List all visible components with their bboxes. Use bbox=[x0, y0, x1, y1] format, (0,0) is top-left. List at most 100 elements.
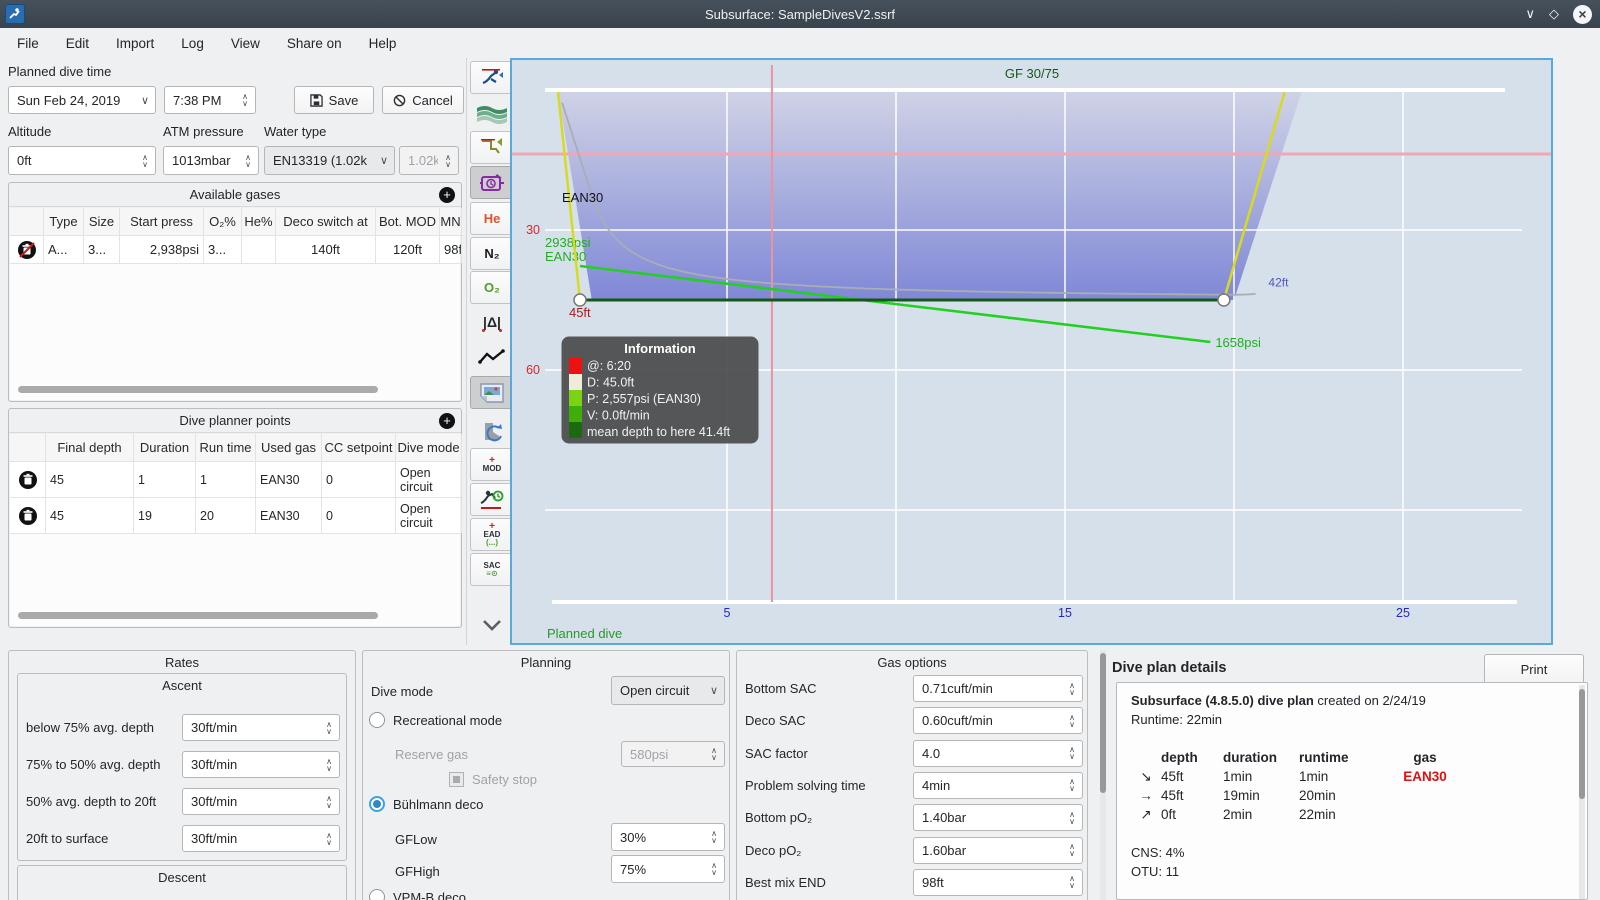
chevron-down-icon: ∨ bbox=[709, 685, 719, 697]
options-vscrollbar[interactable] bbox=[1100, 650, 1106, 900]
close-icon[interactable]: × bbox=[1573, 4, 1592, 24]
add-point-button[interactable]: + bbox=[439, 413, 455, 429]
segment-arrow-icon: ↗ bbox=[1140, 807, 1152, 822]
delete-icon bbox=[18, 470, 37, 489]
plan-otu: OTU: 11 bbox=[1131, 864, 1180, 879]
cancel-button[interactable]: Cancel bbox=[382, 86, 464, 114]
gas-option-row: Bottom SAC 0.71cuft/min ∧ ∨ bbox=[745, 675, 1083, 702]
chevron-down-icon: ∨ bbox=[379, 155, 389, 167]
save-icon bbox=[309, 93, 323, 107]
planner-point-row[interactable]: 45 1 1 EAN30 0 Open circuit bbox=[10, 462, 462, 498]
gases-hscrollbar[interactable] bbox=[18, 386, 378, 393]
profile-handle[interactable] bbox=[1217, 293, 1231, 307]
delete-gas-button[interactable] bbox=[10, 236, 44, 263]
svg-text:EAN30: EAN30 bbox=[562, 190, 603, 205]
recreational-radio[interactable] bbox=[369, 712, 385, 728]
water-type-label: Water type bbox=[264, 124, 327, 139]
svg-text:5: 5 bbox=[724, 606, 731, 620]
gas-option-spinner[interactable]: 98ft ∧ ∨ bbox=[913, 868, 1083, 896]
setpoint-toggle-icon[interactable] bbox=[470, 166, 514, 199]
print-button[interactable]: Print bbox=[1484, 654, 1584, 684]
sac-toggle[interactable]: SAC ≡⊙ bbox=[470, 553, 514, 586]
tank-bar-toggle[interactable] bbox=[470, 415, 514, 448]
gas-option-spinner[interactable]: 0.60cuft/min ∧ ∨ bbox=[913, 707, 1083, 735]
pp-n2-toggle[interactable]: N₂ bbox=[470, 237, 514, 270]
svg-text:45ft: 45ft bbox=[569, 305, 591, 320]
planning-title: Planning bbox=[520, 654, 572, 670]
atm-pressure-spinner[interactable]: 1013mbar ∧ ∨ bbox=[163, 146, 259, 175]
gas-option-row: Deco SAC 0.60cuft/min ∧ ∨ bbox=[745, 707, 1083, 735]
minimize-icon[interactable]: ∨ bbox=[1525, 6, 1535, 22]
dive-mode-label: Dive mode bbox=[371, 684, 434, 699]
safety-stop-checkbox bbox=[449, 772, 464, 787]
ascent-rate-spinner[interactable]: 30ft/min ∧ ∨ bbox=[182, 788, 340, 815]
gas-option-spinner[interactable]: 1.60bar ∧ ∨ bbox=[913, 836, 1083, 864]
photos-toggle[interactable] bbox=[470, 376, 514, 409]
menu-log[interactable]: Log bbox=[181, 36, 204, 51]
spinner-arrows[interactable]: ∧ ∨ bbox=[235, 93, 255, 108]
mod-toggle[interactable]: + MOD bbox=[470, 448, 514, 481]
dive-time-spinner[interactable]: 7:38 PM ∧ ∨ bbox=[164, 86, 256, 114]
svg-text:15: 15 bbox=[1058, 606, 1072, 620]
planner-points-title: Dive planner points + bbox=[9, 409, 461, 433]
svg-text:P: 2,557psi (EAN30): P: 2,557psi (EAN30) bbox=[587, 392, 701, 406]
planning-panel: Planning Dive mode Open circuit ∨ Recreat… bbox=[362, 650, 730, 900]
gas-row-header: Type Size Start press O₂% He% Deco switch at B… bbox=[10, 208, 462, 236]
safety-stop-label: Safety stop bbox=[472, 772, 538, 787]
gas-option-spinner[interactable]: 4.0 ∧ ∨ bbox=[913, 739, 1083, 767]
gas-option-spinner[interactable]: 1.40bar ∧ ∨ bbox=[913, 804, 1083, 832]
ndl-toggle[interactable] bbox=[470, 483, 514, 516]
salinity-icon[interactable] bbox=[470, 96, 514, 129]
dive-plan-notes[interactable]: Subsurface (4.8.5.0) dive plan created o… bbox=[1116, 682, 1588, 900]
ead-toggle[interactable]: + EAD (...) bbox=[470, 518, 514, 551]
dive-profile-chart[interactable]: 42ft 2938psi EAN30 1658psi EAN30 45ft 30 60 5 15 2… bbox=[510, 58, 1553, 645]
dive-mode-icon[interactable] bbox=[470, 61, 514, 94]
gas-option-spinner[interactable]: 0.71cuft/min ∧ ∨ bbox=[913, 675, 1083, 702]
maximize-icon[interactable]: ◇ bbox=[1549, 6, 1559, 22]
menu-file[interactable]: File bbox=[17, 36, 39, 51]
menu-share-on[interactable]: Share on bbox=[287, 36, 342, 51]
svg-text:30: 30 bbox=[526, 223, 540, 237]
gas-option-row: SAC factor 4.0 ∧ ∨ bbox=[745, 739, 1083, 767]
buhlmann-label: Bühlmann deco bbox=[393, 796, 484, 812]
tooltip-title: Information bbox=[624, 341, 696, 356]
reserve-gas-spinner: 580psi ∧ ∨ bbox=[621, 741, 725, 767]
delete-point-button[interactable] bbox=[10, 498, 46, 533]
gas-option-spinner[interactable]: 4min ∧ ∨ bbox=[913, 771, 1083, 799]
menu-view[interactable]: View bbox=[231, 36, 260, 51]
tissue-heatmap-toggle[interactable]: |Δ| bbox=[470, 305, 514, 338]
salinity-spinner: 1.02k ∧ ∨ bbox=[399, 146, 459, 175]
ceiling-toggle-icon[interactable] bbox=[470, 131, 514, 164]
ascent-rate-spinner[interactable]: 30ft/min ∧ ∨ bbox=[182, 825, 340, 852]
dive-mode-select[interactable]: Open circuit ∨ bbox=[611, 676, 725, 705]
ascent-rate-spinner[interactable]: 30ft/min ∧ ∨ bbox=[182, 751, 340, 778]
buhlmann-radio[interactable] bbox=[369, 796, 385, 812]
dive-date-select[interactable]: Sun Feb 24, 2019 ∨ bbox=[8, 86, 156, 114]
delete-point-button[interactable] bbox=[10, 462, 46, 497]
ascent-rate-spinner[interactable]: 30ft/min ∧ ∨ bbox=[182, 714, 340, 741]
notes-vscrollbar[interactable] bbox=[1579, 685, 1585, 899]
menu-help[interactable]: Help bbox=[369, 36, 397, 51]
scroll-down[interactable] bbox=[470, 608, 514, 641]
chevron-down-icon: ∨ bbox=[140, 94, 150, 107]
gfhigh-spinner[interactable]: 75% ∧ ∨ bbox=[611, 855, 725, 883]
menu-edit[interactable]: Edit bbox=[66, 36, 89, 51]
window-titlebar[interactable]: Subsurface: SampleDivesV2.ssrf ∨ ◇ × bbox=[0, 0, 1600, 28]
gas-row[interactable]: A... 3... 2,938psi 3... 140ft 120ft 98f bbox=[10, 236, 462, 264]
pp-he-toggle[interactable]: He bbox=[470, 202, 514, 235]
gflow-spinner[interactable]: 30% ∧ ∨ bbox=[611, 823, 725, 851]
pp-o2-toggle[interactable]: O₂ bbox=[470, 271, 514, 304]
menu-import[interactable]: Import bbox=[116, 36, 154, 51]
vpmb-radio[interactable] bbox=[369, 889, 385, 900]
points-hscrollbar[interactable] bbox=[18, 612, 378, 619]
heartrate-toggle[interactable] bbox=[470, 340, 514, 373]
add-gas-button[interactable]: + bbox=[439, 187, 455, 203]
gas-option-row: Bottom pO₂ 1.40bar ∧ ∨ bbox=[745, 804, 1083, 832]
planner-point-row[interactable]: 45 19 20 EAN30 0 Open circuit bbox=[10, 498, 462, 534]
altitude-spinner[interactable]: 0ft ∧ ∨ bbox=[8, 146, 156, 175]
plan-cns: CNS: 4% bbox=[1131, 845, 1185, 860]
water-type-select[interactable]: EN13319 (1.02k ∨ bbox=[264, 146, 395, 175]
descent-box: Descent bbox=[17, 865, 347, 900]
atm-pressure-label: ATM pressure bbox=[163, 124, 244, 139]
save-button[interactable]: Save bbox=[294, 86, 374, 114]
